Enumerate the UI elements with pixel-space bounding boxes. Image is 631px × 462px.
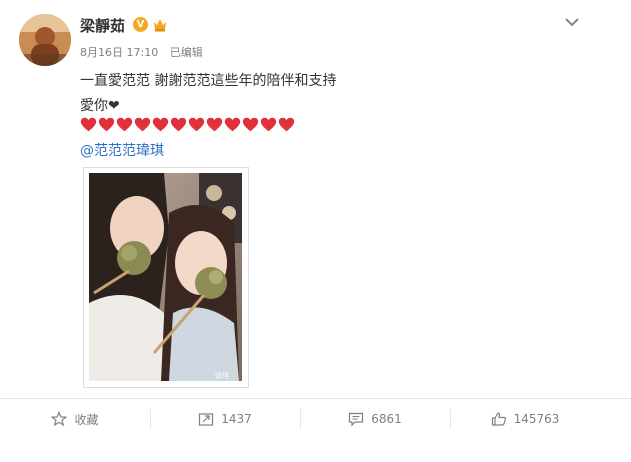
heart-emoji-icon <box>152 117 169 132</box>
favorite-button[interactable]: 收藏 <box>0 399 150 439</box>
vip-badge-icon <box>154 19 166 32</box>
verified-badge-icon: V <box>133 17 148 32</box>
post-meta: 8月16日 17:10 已编辑 <box>80 44 211 60</box>
heart-emoji-icon <box>242 117 259 132</box>
post-text-line2: 愛你❤ <box>80 98 120 114</box>
comment-button[interactable]: 6861 <box>300 399 450 439</box>
heart-emoji-icon <box>188 117 205 132</box>
photo-image: 微博 <box>89 173 242 381</box>
heart-emoji-icon <box>260 117 277 132</box>
heart-emoji-icon <box>224 117 241 132</box>
photo-watermark: 微博 <box>215 371 229 380</box>
heart-emoji-icon <box>98 117 115 132</box>
heart-emoji-icon <box>134 117 151 132</box>
star-outline-icon <box>51 411 68 427</box>
heart-emoji-icon <box>80 117 97 132</box>
like-count: 145763 <box>513 412 560 426</box>
heart-emoji-icon <box>278 117 295 132</box>
username[interactable]: 梁靜茹 <box>80 15 125 36</box>
share-arrow-icon <box>199 413 214 426</box>
mention-link[interactable]: @范范范瑋琪 <box>80 140 164 160</box>
comment-bubble-icon <box>349 412 364 427</box>
comment-count: 6861 <box>371 412 402 426</box>
heart-emoji-row <box>80 116 295 133</box>
like-button[interactable]: 145763 <box>450 399 600 439</box>
favorite-label: 收藏 <box>74 412 99 427</box>
thumbs-up-icon <box>491 412 506 426</box>
heart-emoji-icon <box>116 117 133 132</box>
heart-emoji-icon <box>170 117 187 132</box>
repost-button[interactable]: 1437 <box>150 399 300 439</box>
post-text-line1: 一直愛范范 謝謝范范這些年的陪伴和支持 <box>80 73 337 89</box>
action-bar: 收藏 1437 6861 145763 <box>0 399 600 439</box>
post-date[interactable]: 8月16日 17:10 <box>80 46 158 59</box>
avatar[interactable] <box>19 14 71 66</box>
repost-count: 1437 <box>221 412 252 426</box>
heart-emoji-icon <box>206 117 223 132</box>
chevron-down-icon[interactable] <box>563 15 581 29</box>
post-photo[interactable]: 微博 <box>83 167 249 388</box>
edited-label[interactable]: 已编辑 <box>170 46 203 59</box>
